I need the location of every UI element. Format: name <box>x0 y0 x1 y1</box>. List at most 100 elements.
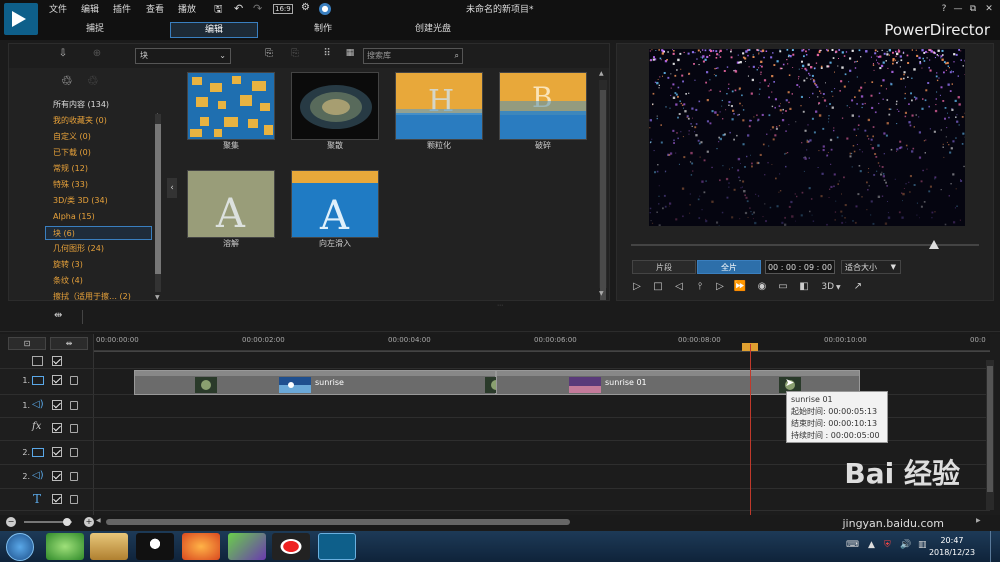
grid-scroll-up-icon[interactable]: ▲ <box>599 70 604 77</box>
fit-timeline-icon[interactable]: ⇹ <box>54 310 62 321</box>
fast-forward-icon[interactable]: ⏩ <box>733 280 747 294</box>
lock-icon[interactable] <box>70 424 78 433</box>
category-favorites[interactable]: 我的收藏夹 (0) <box>53 114 155 128</box>
track-enable-checkbox[interactable] <box>52 400 62 410</box>
fit-size-dropdown[interactable]: 适合大小 ▼ <box>841 260 901 274</box>
category-scrollbar[interactable] <box>155 114 161 292</box>
transition-item-slide-left[interactable]: A 向左滑入 <box>291 170 379 249</box>
transition-item-dissolve[interactable]: A 溶解 <box>187 170 275 249</box>
qq-icon[interactable] <box>136 533 174 560</box>
undo-icon[interactable]: ↶ <box>234 2 243 15</box>
settings-gear-icon[interactable]: ⚙ <box>301 2 310 13</box>
favorite-icon[interactable]: ⎘ <box>287 48 303 63</box>
show-desktop-button[interactable] <box>990 531 1000 562</box>
remove-favorite-icon[interactable]: ♲ <box>87 74 105 92</box>
tray-expand-icon[interactable]: ▲ <box>868 540 875 550</box>
lock-icon[interactable] <box>70 448 78 457</box>
menu-plugins[interactable]: 插件 <box>113 2 131 15</box>
category-wipe[interactable]: 擦拭（适用于擦… (2) <box>53 290 155 300</box>
volume-icon[interactable]: ◧ <box>797 280 811 294</box>
menu-playback[interactable]: 播放 <box>178 2 196 15</box>
keyboard-tray-icon[interactable]: ⌨ <box>846 540 859 550</box>
tab-produce[interactable]: 制作 <box>279 22 367 38</box>
category-general[interactable]: 常规 (12) <box>53 162 155 176</box>
lock-icon[interactable] <box>70 376 78 385</box>
tab-create-disc[interactable]: 创建光盘 <box>389 22 477 38</box>
plugin-icon[interactable]: ⊕ <box>89 48 105 63</box>
track-enable-checkbox[interactable] <box>52 494 62 504</box>
powerdirector-taskbar-icon[interactable] <box>318 533 356 560</box>
menu-view[interactable]: 查看 <box>146 2 164 15</box>
snapshot-icon[interactable]: ◉ <box>755 280 769 294</box>
transition-item-gather[interactable]: 聚集 <box>187 72 275 151</box>
tab-edit[interactable]: 编辑 <box>170 22 258 38</box>
taskbar-clock[interactable]: 20:47 2018/12/23 <box>922 535 982 559</box>
security-tray-icon[interactable]: ⛨ <box>884 540 891 550</box>
restore-icon[interactable]: ⧉ <box>966 4 980 16</box>
category-special[interactable]: 特殊 (33) <box>53 178 155 192</box>
zoom-in-icon[interactable]: + <box>84 517 94 527</box>
video-clip-sunrise[interactable]: sunrise <box>134 370 507 395</box>
category-rotate[interactable]: 旋转 (3) <box>53 258 155 272</box>
start-button-icon[interactable] <box>6 533 34 561</box>
timeline-vertical-scrollbar[interactable] <box>986 360 994 510</box>
lock-icon[interactable] <box>70 401 78 410</box>
resize-handle-icon[interactable]: ⋯ <box>492 302 508 309</box>
play-icon[interactable]: ▷ <box>630 280 644 294</box>
help-icon[interactable]: ? <box>937 4 951 16</box>
category-custom[interactable]: 自定义 (0) <box>53 130 155 144</box>
track-manager-icon[interactable] <box>32 356 43 366</box>
category-block[interactable]: 块 (6) <box>45 226 152 240</box>
list-view-icon[interactable]: ▦ <box>342 48 358 63</box>
grid-scrollbar[interactable] <box>599 80 607 300</box>
split-icon[interactable]: ⫯ <box>693 280 707 294</box>
add-favorite-icon[interactable]: ♲ <box>61 74 79 92</box>
timeline-view-button[interactable]: ⊡ <box>8 337 46 350</box>
close-icon[interactable]: ✕ <box>982 4 996 16</box>
stop-icon[interactable]: □ <box>651 280 665 294</box>
scroll-down-arrow-icon[interactable]: ▼ <box>155 294 161 301</box>
firefox-icon[interactable] <box>182 533 220 560</box>
timecode-field[interactable]: 00 : 00 : 09 : 00 <box>765 260 835 274</box>
subtitle-icon[interactable]: ▭ <box>776 280 790 294</box>
zoom-slider-knob[interactable] <box>63 518 71 526</box>
transition-item-scatter[interactable]: 聚散 <box>291 72 379 151</box>
save-icon[interactable]: 🖫 <box>214 2 223 19</box>
collapse-panel-icon[interactable]: ‹ <box>167 178 177 198</box>
previous-frame-icon[interactable]: ◁ <box>672 280 686 294</box>
recorder-icon[interactable] <box>272 533 310 560</box>
file-explorer-icon[interactable] <box>90 533 128 560</box>
lock-icon[interactable] <box>70 472 78 481</box>
tab-capture[interactable]: 捕捉 <box>51 22 139 38</box>
track-enable-checkbox[interactable] <box>52 423 62 433</box>
video-editor-icon[interactable] <box>228 533 266 560</box>
undock-icon[interactable]: ↗ <box>851 280 865 294</box>
transition-item-grain[interactable]: H 颗粒化 <box>395 72 483 151</box>
track-enable-checkbox[interactable] <box>52 471 62 481</box>
add-to-timeline-icon[interactable]: ⎘ <box>261 48 277 63</box>
next-frame-icon[interactable]: ▷ <box>713 280 727 294</box>
category-stripe[interactable]: 条纹 (4) <box>53 274 155 288</box>
redo-icon[interactable]: ↷ <box>253 2 262 15</box>
zoom-out-icon[interactable]: − <box>6 517 16 527</box>
transition-item-shatter[interactable]: B 破碎 <box>499 72 587 151</box>
timeline-horizontal-scrollbar[interactable] <box>106 519 570 525</box>
account-icon[interactable]: ● <box>319 3 331 15</box>
track-enable-checkbox[interactable] <box>52 447 62 457</box>
all-tracks-checkbox[interactable] <box>52 356 62 366</box>
3d-mode-dropdown[interactable]: 3D ▼ <box>817 280 845 294</box>
aspect-ratio-select[interactable]: 16:9 <box>273 4 293 14</box>
minimize-icon[interactable]: — <box>951 4 965 16</box>
import-media-icon[interactable]: ⇩ <box>55 48 71 63</box>
scroll-left-icon[interactable]: ◀ <box>96 517 101 524</box>
category-dropdown[interactable]: 块 ⌄ <box>135 48 231 64</box>
category-geometric[interactable]: 几何图形 (24) <box>53 242 155 256</box>
grid-view-icon[interactable]: ⠿ <box>319 48 335 63</box>
category-3d[interactable]: 3D/类 3D (34) <box>53 194 155 208</box>
track-enable-checkbox[interactable] <box>52 375 62 385</box>
menu-file[interactable]: 文件 <box>49 2 67 15</box>
movie-mode-button[interactable]: 全片 <box>697 260 761 274</box>
scroll-right-icon[interactable]: ▶ <box>976 517 981 524</box>
category-downloaded[interactable]: 已下载 (0) <box>53 146 155 160</box>
category-all[interactable]: 所有内容 (134) <box>53 98 155 112</box>
